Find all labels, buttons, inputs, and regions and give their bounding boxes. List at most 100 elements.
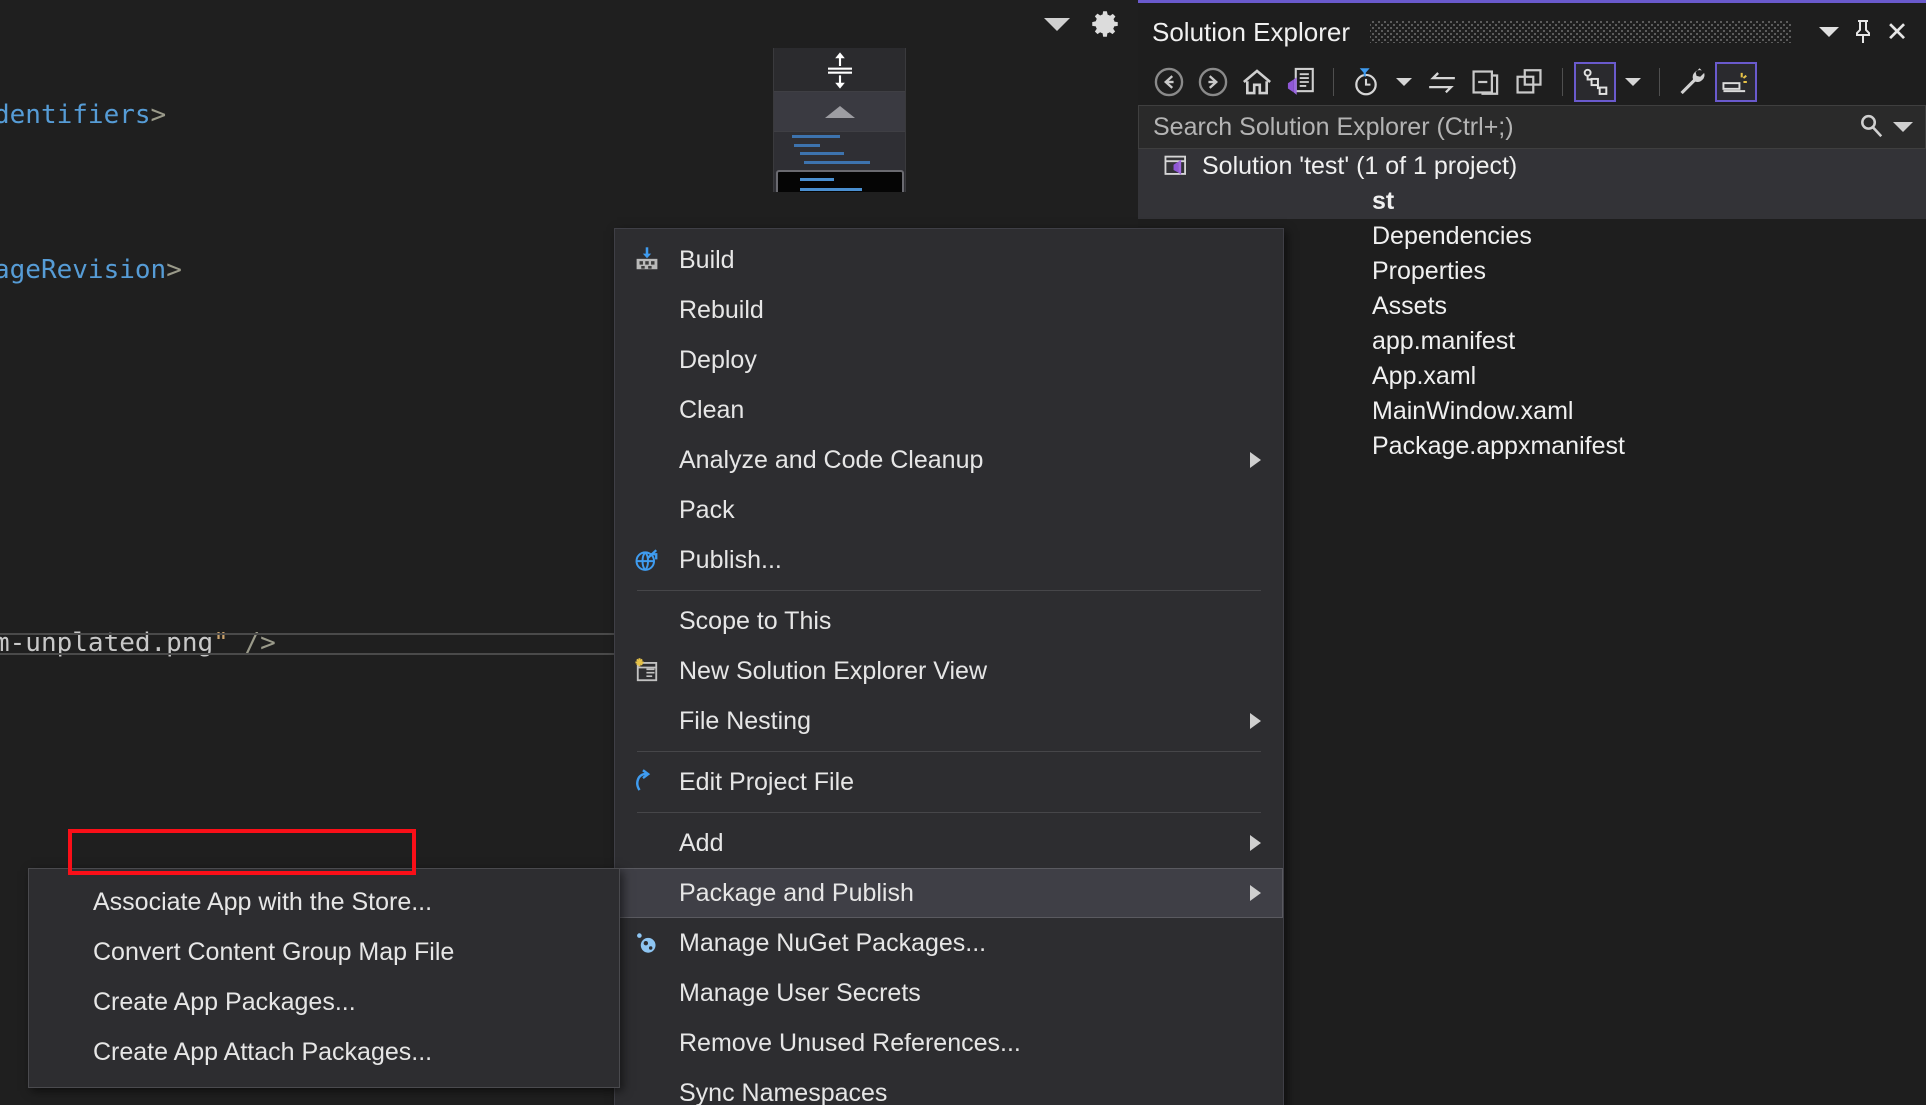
menu-item-remove-unused-references[interactable]: Remove Unused References... bbox=[615, 1018, 1283, 1068]
menu-item-sync-namespaces[interactable]: Sync Namespaces bbox=[615, 1068, 1283, 1105]
menu-item-clean[interactable]: Clean bbox=[615, 385, 1283, 435]
menu-item-label: Manage NuGet Packages... bbox=[679, 928, 987, 957]
forward-button[interactable] bbox=[1192, 62, 1234, 102]
code-token: > bbox=[166, 255, 182, 285]
show-all-files-icon[interactable] bbox=[1509, 62, 1551, 102]
menu-item-analyze-and-code-cleanup[interactable]: Analyze and Code Cleanup bbox=[615, 435, 1283, 485]
menu-item-label: Build bbox=[679, 245, 735, 274]
close-button[interactable]: ✕ bbox=[1880, 15, 1914, 49]
new-solution-explorer-view-icon bbox=[615, 656, 679, 686]
visual-studio-solution-icon bbox=[1162, 152, 1192, 182]
menu-item-label: Scope to This bbox=[679, 606, 832, 635]
visual-studio-window: dentifiers> ageRevision> m-unplated.png" /… bbox=[0, 0, 1926, 1105]
submenu-item-label: Associate App with the Store... bbox=[93, 887, 433, 916]
home-button[interactable] bbox=[1236, 62, 1278, 102]
magnifier-icon[interactable] bbox=[1857, 112, 1887, 142]
solution-explorer-titlebar: Solution Explorer ✕ bbox=[1138, 6, 1926, 58]
chevron-down-icon bbox=[1819, 27, 1839, 37]
back-button[interactable] bbox=[1148, 62, 1190, 102]
chevron-down-icon[interactable] bbox=[1625, 77, 1641, 86]
tree-item-label: App.xaml bbox=[1372, 362, 1477, 390]
toolbar-separator bbox=[1333, 67, 1334, 96]
menu-item-label: Analyze and Code Cleanup bbox=[679, 445, 984, 474]
menu-item-rebuild[interactable]: Rebuild bbox=[615, 285, 1283, 335]
minimap-viewport[interactable] bbox=[776, 170, 904, 192]
wrench-icon[interactable] bbox=[1671, 62, 1713, 102]
submenu-item-label: Create App Packages... bbox=[93, 987, 356, 1016]
editor-minimap[interactable] bbox=[773, 48, 906, 192]
chevron-down-icon[interactable] bbox=[1893, 122, 1913, 132]
pin-button[interactable] bbox=[1846, 15, 1880, 49]
code-token: > bbox=[150, 100, 167, 130]
tree-item-label: Solution 'test' (1 of 1 project) bbox=[1202, 152, 1518, 180]
tree-item-label: Properties bbox=[1372, 257, 1486, 285]
edit-project-file-icon bbox=[615, 767, 679, 797]
submenu-arrow-icon bbox=[1250, 885, 1261, 901]
search-input[interactable]: Search Solution Explorer (Ctrl+;) bbox=[1138, 105, 1926, 149]
tree-item-label: st bbox=[1372, 187, 1395, 215]
submenu-arrow-icon bbox=[1250, 835, 1261, 851]
menu-item-add[interactable]: Add bbox=[615, 818, 1283, 868]
gear-icon[interactable] bbox=[1088, 7, 1122, 41]
menu-item-deploy[interactable]: Deploy bbox=[615, 335, 1283, 385]
menu-item-label: Publish... bbox=[679, 545, 782, 574]
menu-item-scope-to-this[interactable]: Scope to This bbox=[615, 596, 1283, 646]
tree-item-label: Package.appxmanifest bbox=[1372, 432, 1625, 460]
tree-item-label: app.manifest bbox=[1372, 327, 1516, 355]
menu-item-label: Package and Publish bbox=[679, 878, 914, 907]
toolbar-separator bbox=[1562, 67, 1563, 96]
drag-handle[interactable] bbox=[1370, 21, 1792, 43]
solution-document-icon[interactable] bbox=[1280, 62, 1322, 102]
menu-item-label: Add bbox=[679, 828, 724, 857]
collapse-all-icon[interactable] bbox=[1465, 62, 1507, 102]
clock-filter-icon[interactable] bbox=[1345, 62, 1387, 102]
scroll-up-caret-icon[interactable] bbox=[774, 92, 905, 132]
menu-item-label: Pack bbox=[679, 495, 735, 524]
sync-arrows-icon[interactable] bbox=[1421, 62, 1463, 102]
menu-item-manage-user-secrets[interactable]: Manage User Secrets bbox=[615, 968, 1283, 1018]
menu-separator bbox=[637, 812, 1261, 813]
menu-item-label: Edit Project File bbox=[679, 767, 855, 796]
tree-item-solution-test-1-of-1-project[interactable]: Solution 'test' (1 of 1 project) bbox=[1138, 149, 1926, 184]
tree-item-label: Assets bbox=[1372, 292, 1448, 320]
publish-globe-icon bbox=[615, 545, 679, 575]
submenu-item-create-app-attach-packages[interactable]: Create App Attach Packages... bbox=[29, 1027, 619, 1077]
tree-item-st[interactable]: st bbox=[1138, 184, 1926, 219]
code-token: dentifiers bbox=[0, 100, 151, 130]
menu-item-edit-project-file[interactable]: Edit Project File bbox=[615, 757, 1283, 807]
code-map-icon[interactable] bbox=[1574, 61, 1616, 102]
menu-item-label: Clean bbox=[679, 395, 745, 424]
menu-item-label: Rebuild bbox=[679, 295, 764, 324]
menu-item-publish[interactable]: Publish... bbox=[615, 535, 1283, 585]
submenu-item-create-app-packages[interactable]: Create App Packages... bbox=[29, 977, 619, 1027]
menu-item-manage-nuget-packages[interactable]: Manage NuGet Packages... bbox=[615, 918, 1283, 968]
project-context-menu[interactable]: Build Rebuild Deploy Clean Analyze and Code … bbox=[614, 228, 1284, 1105]
submenu-item-associate-app-with-the-store[interactable]: Associate App with the Store... bbox=[29, 877, 619, 927]
menu-separator bbox=[637, 590, 1261, 591]
solution-explorer-toolbar bbox=[1138, 58, 1926, 105]
menu-item-label: Sync Namespaces bbox=[679, 1078, 888, 1105]
menu-item-file-nesting[interactable]: File Nesting bbox=[615, 696, 1283, 746]
window-dropdown-button[interactable] bbox=[1812, 15, 1846, 49]
menu-item-pack[interactable]: Pack bbox=[615, 485, 1283, 535]
nuget-icon bbox=[615, 928, 679, 958]
menu-item-label: Manage User Secrets bbox=[679, 978, 921, 1007]
tree-item-label: Dependencies bbox=[1372, 222, 1532, 250]
submenu-item-convert-content-group-map-file[interactable]: Convert Content Group Map File bbox=[29, 927, 619, 977]
code-token: ageRevision bbox=[0, 255, 167, 285]
menu-item-package-and-publish[interactable]: Package and Publish bbox=[615, 868, 1283, 918]
close-icon: ✕ bbox=[1885, 16, 1909, 47]
preview-icon[interactable] bbox=[1715, 61, 1757, 102]
minimap-preview[interactable] bbox=[774, 132, 905, 192]
code-line: dentifiers> bbox=[0, 100, 166, 130]
chevron-down-icon[interactable] bbox=[1396, 77, 1412, 86]
package-and-publish-submenu[interactable]: Associate App with the Store... Convert C… bbox=[28, 868, 620, 1088]
split-horizontal-icon[interactable] bbox=[774, 48, 905, 92]
menu-item-build[interactable]: Build bbox=[615, 235, 1283, 285]
submenu-item-label: Convert Content Group Map File bbox=[93, 937, 455, 966]
menu-item-new-solution-explorer-view[interactable]: New Solution Explorer View bbox=[615, 646, 1283, 696]
menu-item-label: Remove Unused References... bbox=[679, 1028, 1021, 1057]
menu-separator bbox=[637, 751, 1261, 752]
chevron-down-icon[interactable] bbox=[1044, 17, 1070, 31]
submenu-arrow-icon bbox=[1250, 452, 1261, 468]
